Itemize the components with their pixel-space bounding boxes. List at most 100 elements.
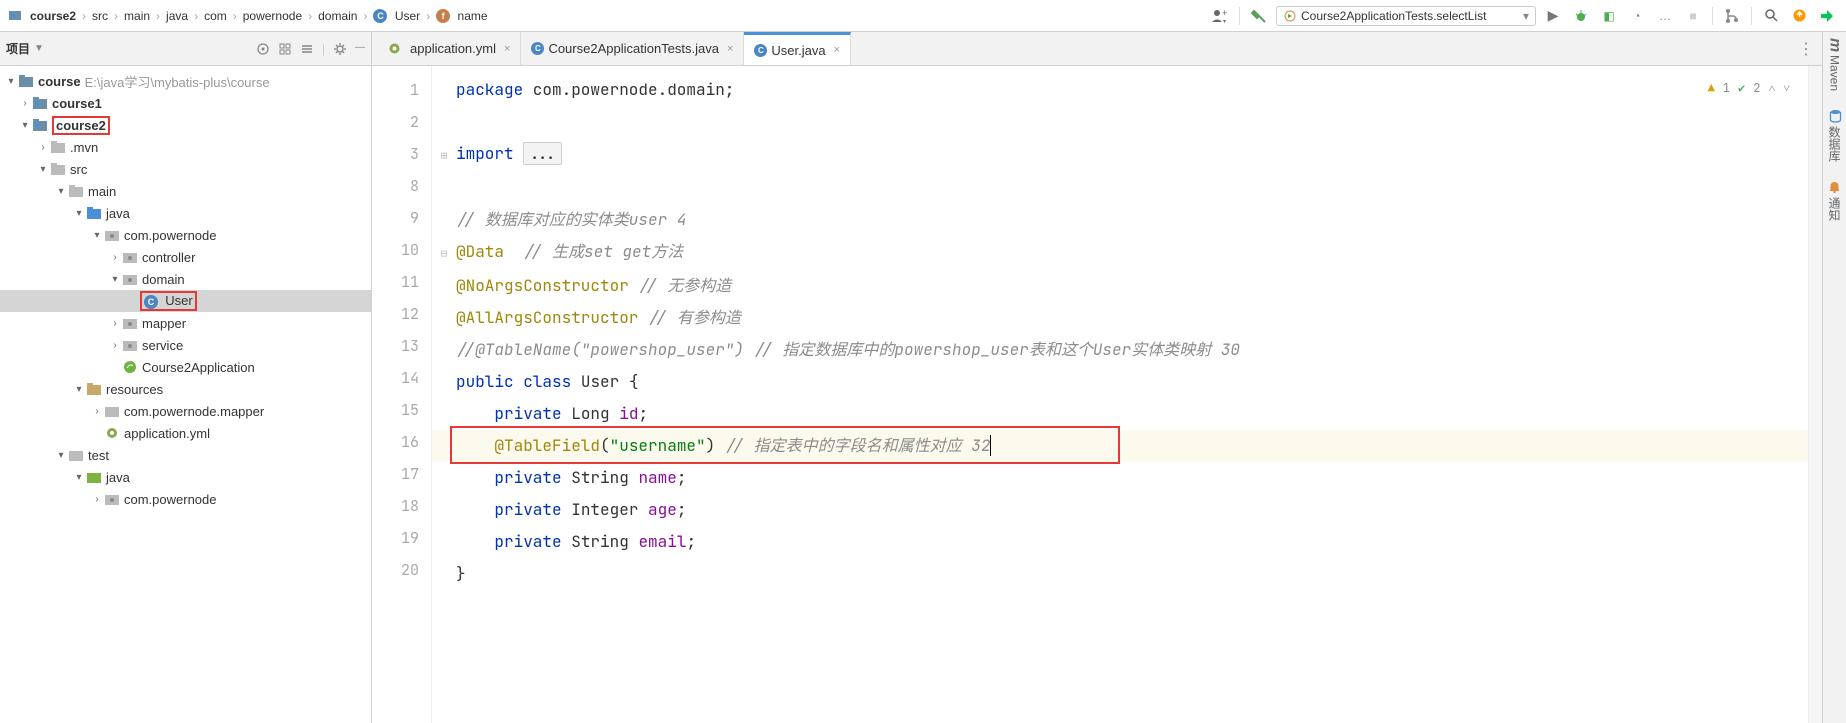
- search-icon[interactable]: [1760, 5, 1782, 27]
- user-add-icon[interactable]: +: [1209, 5, 1231, 27]
- tree-package[interactable]: ▾ com.powernode: [0, 224, 371, 246]
- class-icon: C: [144, 295, 158, 309]
- code-line: [456, 172, 1808, 204]
- code-line: private Integer age;: [456, 494, 1808, 526]
- line-number: 19: [372, 522, 419, 554]
- chevron-right-icon: ›: [108, 252, 122, 263]
- tree-res-mapper[interactable]: › com.powernode.mapper: [0, 400, 371, 422]
- crumb-java[interactable]: java: [166, 9, 188, 23]
- inspection-widget[interactable]: ▲1 ✔2 ˄ ˅: [1708, 72, 1790, 104]
- codewithme-icon[interactable]: [1816, 5, 1838, 27]
- chevron-down-icon[interactable]: ▼: [34, 43, 44, 54]
- maven-tool[interactable]: m Maven: [1826, 38, 1844, 91]
- tabs-menu[interactable]: ⋮: [1798, 39, 1822, 59]
- tab-user[interactable]: C User.java ×: [744, 32, 851, 65]
- chevron-down-icon: ▾: [90, 230, 104, 241]
- tree-label: course: [38, 74, 81, 89]
- close-icon[interactable]: ×: [727, 43, 733, 55]
- expand-all-icon[interactable]: [278, 42, 292, 56]
- package-icon: [122, 337, 138, 353]
- folder-icon: [50, 139, 66, 155]
- crumb-com[interactable]: com: [204, 9, 227, 23]
- chevron-up-icon[interactable]: ˄: [1768, 72, 1775, 104]
- chevron-down-icon: ▾: [108, 274, 122, 285]
- select-opened-icon[interactable]: [256, 42, 270, 56]
- crumb-main[interactable]: main: [124, 9, 150, 23]
- tree-src[interactable]: ▾ src: [0, 158, 371, 180]
- tree-course2[interactable]: ▾ course2: [0, 114, 371, 136]
- coverage-button[interactable]: ◧: [1598, 5, 1620, 27]
- stop-button[interactable]: ■: [1682, 5, 1704, 27]
- project-title[interactable]: 项目: [6, 40, 30, 57]
- tab-tests[interactable]: C Course2ApplicationTests.java ×: [521, 32, 744, 65]
- vcs-button[interactable]: [1721, 5, 1743, 27]
- right-tool-strip: m Maven 数据库 通知: [1822, 32, 1846, 723]
- tree-mapper[interactable]: › mapper: [0, 312, 371, 334]
- chevron-right-icon: ›: [308, 9, 312, 23]
- notifications-tool[interactable]: 通知: [1826, 180, 1843, 221]
- tree-app[interactable]: Course2Application: [0, 356, 371, 378]
- profile-button[interactable]: ◔: [1626, 5, 1648, 27]
- tree-mvn[interactable]: › .mvn: [0, 136, 371, 158]
- tree-java[interactable]: ▾ java: [0, 202, 371, 224]
- package-icon: [104, 491, 120, 507]
- run-button[interactable]: ▶: [1542, 5, 1564, 27]
- crumb-name[interactable]: f name: [436, 9, 487, 23]
- tree-domain[interactable]: ▾ domain: [0, 268, 371, 290]
- resources-folder-icon: [86, 381, 102, 397]
- crumb-domain[interactable]: domain: [318, 9, 357, 23]
- code-line: [456, 106, 1808, 138]
- tree-label: com.powernode: [124, 492, 217, 507]
- editor-body[interactable]: 1 2 3 8 9 10 11 12 13 14 15 16 17 18 19 …: [372, 66, 1822, 723]
- fold-icon[interactable]: ⊟: [438, 238, 450, 270]
- gear-icon[interactable]: [333, 42, 347, 56]
- run-config-dropdown[interactable]: Course2ApplicationTests.selectList ▾: [1276, 6, 1536, 26]
- tool-label: 数据库: [1826, 126, 1843, 162]
- close-icon[interactable]: ×: [834, 44, 840, 56]
- crumb-powernode[interactable]: powernode: [243, 9, 302, 23]
- tree-course1[interactable]: › course1: [0, 92, 371, 114]
- crumb-course2[interactable]: course2: [8, 8, 76, 24]
- code-area[interactable]: ▲1 ✔2 ˄ ˅ package com.powernode.domain; …: [432, 66, 1808, 723]
- code-line: package com.powernode.domain;: [456, 74, 1808, 106]
- build-icon[interactable]: [1248, 5, 1270, 27]
- project-tree[interactable]: ▾ course E:\java学习\mybatis-plus\course ›…: [0, 66, 371, 510]
- tree-resources[interactable]: ▾ resources: [0, 378, 371, 400]
- tab-label: application.yml: [410, 41, 496, 56]
- line-number: 16: [372, 426, 419, 458]
- chevron-down-icon[interactable]: ˅: [1783, 72, 1790, 104]
- highlight-box: C User: [140, 291, 197, 311]
- hide-icon[interactable]: —: [355, 42, 365, 56]
- breadcrumb[interactable]: course2 › src › main › java › com › powe…: [8, 8, 488, 24]
- folder-icon: [50, 161, 66, 177]
- collapse-all-icon[interactable]: [300, 42, 314, 56]
- fold-icon[interactable]: ⊞: [438, 140, 450, 172]
- crumb-src[interactable]: src: [92, 9, 108, 23]
- tab-application-yml[interactable]: application.yml ×: [376, 32, 521, 65]
- chevron-right-icon: ›: [233, 9, 237, 23]
- tree-test[interactable]: ▾ test: [0, 444, 371, 466]
- tree-controller[interactable]: › controller: [0, 246, 371, 268]
- scrollbar[interactable]: [1808, 66, 1822, 723]
- close-icon[interactable]: ×: [504, 43, 510, 55]
- tree-test-pkg[interactable]: › com.powernode: [0, 488, 371, 510]
- tree-service[interactable]: › service: [0, 334, 371, 356]
- tree-app-yml[interactable]: application.yml: [0, 422, 371, 444]
- crumb-label: name: [458, 9, 488, 23]
- debug-button[interactable]: [1570, 5, 1592, 27]
- tool-label: Maven: [1828, 55, 1842, 91]
- tree-label: User: [165, 293, 192, 308]
- tree-test-java[interactable]: ▾ java: [0, 466, 371, 488]
- class-icon: C: [754, 44, 767, 57]
- highlight-box: [450, 426, 1120, 464]
- database-tool[interactable]: 数据库: [1826, 109, 1843, 162]
- tree-user[interactable]: C User: [0, 290, 371, 312]
- crumb-user[interactable]: C User: [373, 9, 420, 23]
- attach-button[interactable]: …: [1654, 5, 1676, 27]
- update-icon[interactable]: [1788, 5, 1810, 27]
- bell-icon: [1828, 180, 1841, 194]
- code-line: ⊞import ...: [456, 138, 1808, 172]
- folded-region[interactable]: ...: [523, 142, 562, 165]
- tree-main[interactable]: ▾ main: [0, 180, 371, 202]
- tree-root[interactable]: ▾ course E:\java学习\mybatis-plus\course: [0, 70, 371, 92]
